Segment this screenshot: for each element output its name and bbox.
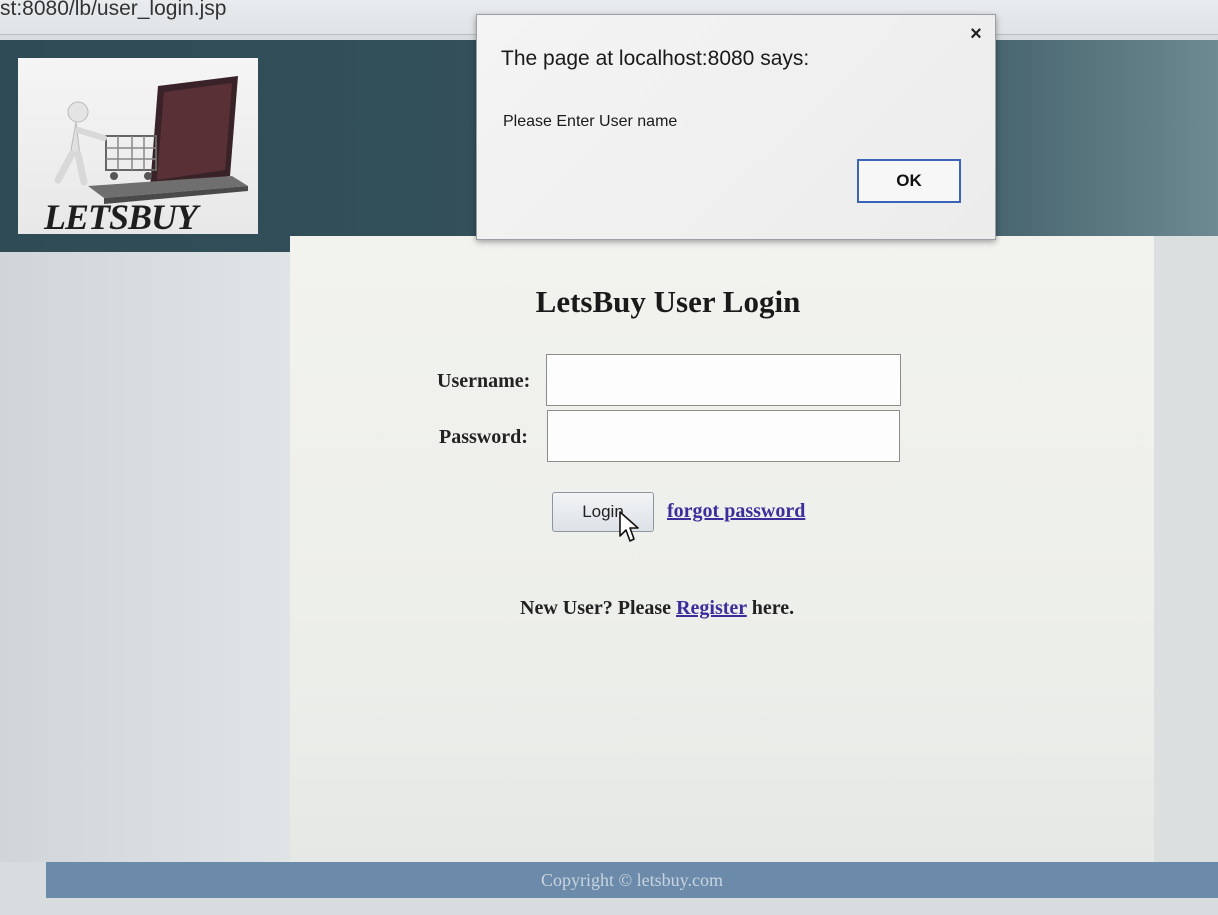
close-icon[interactable]: ×: [967, 23, 985, 46]
password-input[interactable]: [547, 410, 900, 462]
site-footer: Copyright © letsbuy.com: [46, 862, 1218, 898]
password-label: Password:: [439, 426, 528, 448]
username-label: Username:: [437, 370, 531, 392]
new-user-suffix: here.: [751, 597, 795, 619]
username-input[interactable]: [546, 354, 901, 406]
new-user-text: New User? Please Register here.: [520, 597, 794, 620]
register-link[interactable]: Register: [676, 597, 747, 619]
url-text: st:8080/lb/user_login.jsp: [0, 0, 227, 20]
alert-title: The page at localhost:8080 says:: [501, 47, 810, 70]
logo-text: LETSBUY: [44, 197, 198, 237]
new-user-prefix: New User? Please: [520, 597, 672, 619]
alert-message: Please Enter User name: [503, 113, 678, 130]
right-panel: [1154, 236, 1218, 862]
site-logo[interactable]: LETSBUY: [18, 58, 258, 237]
page-title: LetsBuy User Login: [535, 284, 801, 319]
copyright-text: Copyright © letsbuy.com: [541, 870, 723, 890]
alert-dialog: The page at localhost:8080 says: × Pleas…: [476, 14, 996, 240]
mouse-pointer-icon: [619, 511, 639, 542]
login-panel: [290, 236, 1154, 862]
ok-button[interactable]: OK: [857, 159, 961, 203]
left-panel: [0, 252, 290, 862]
forgot-password-link[interactable]: forgot password: [667, 500, 805, 523]
